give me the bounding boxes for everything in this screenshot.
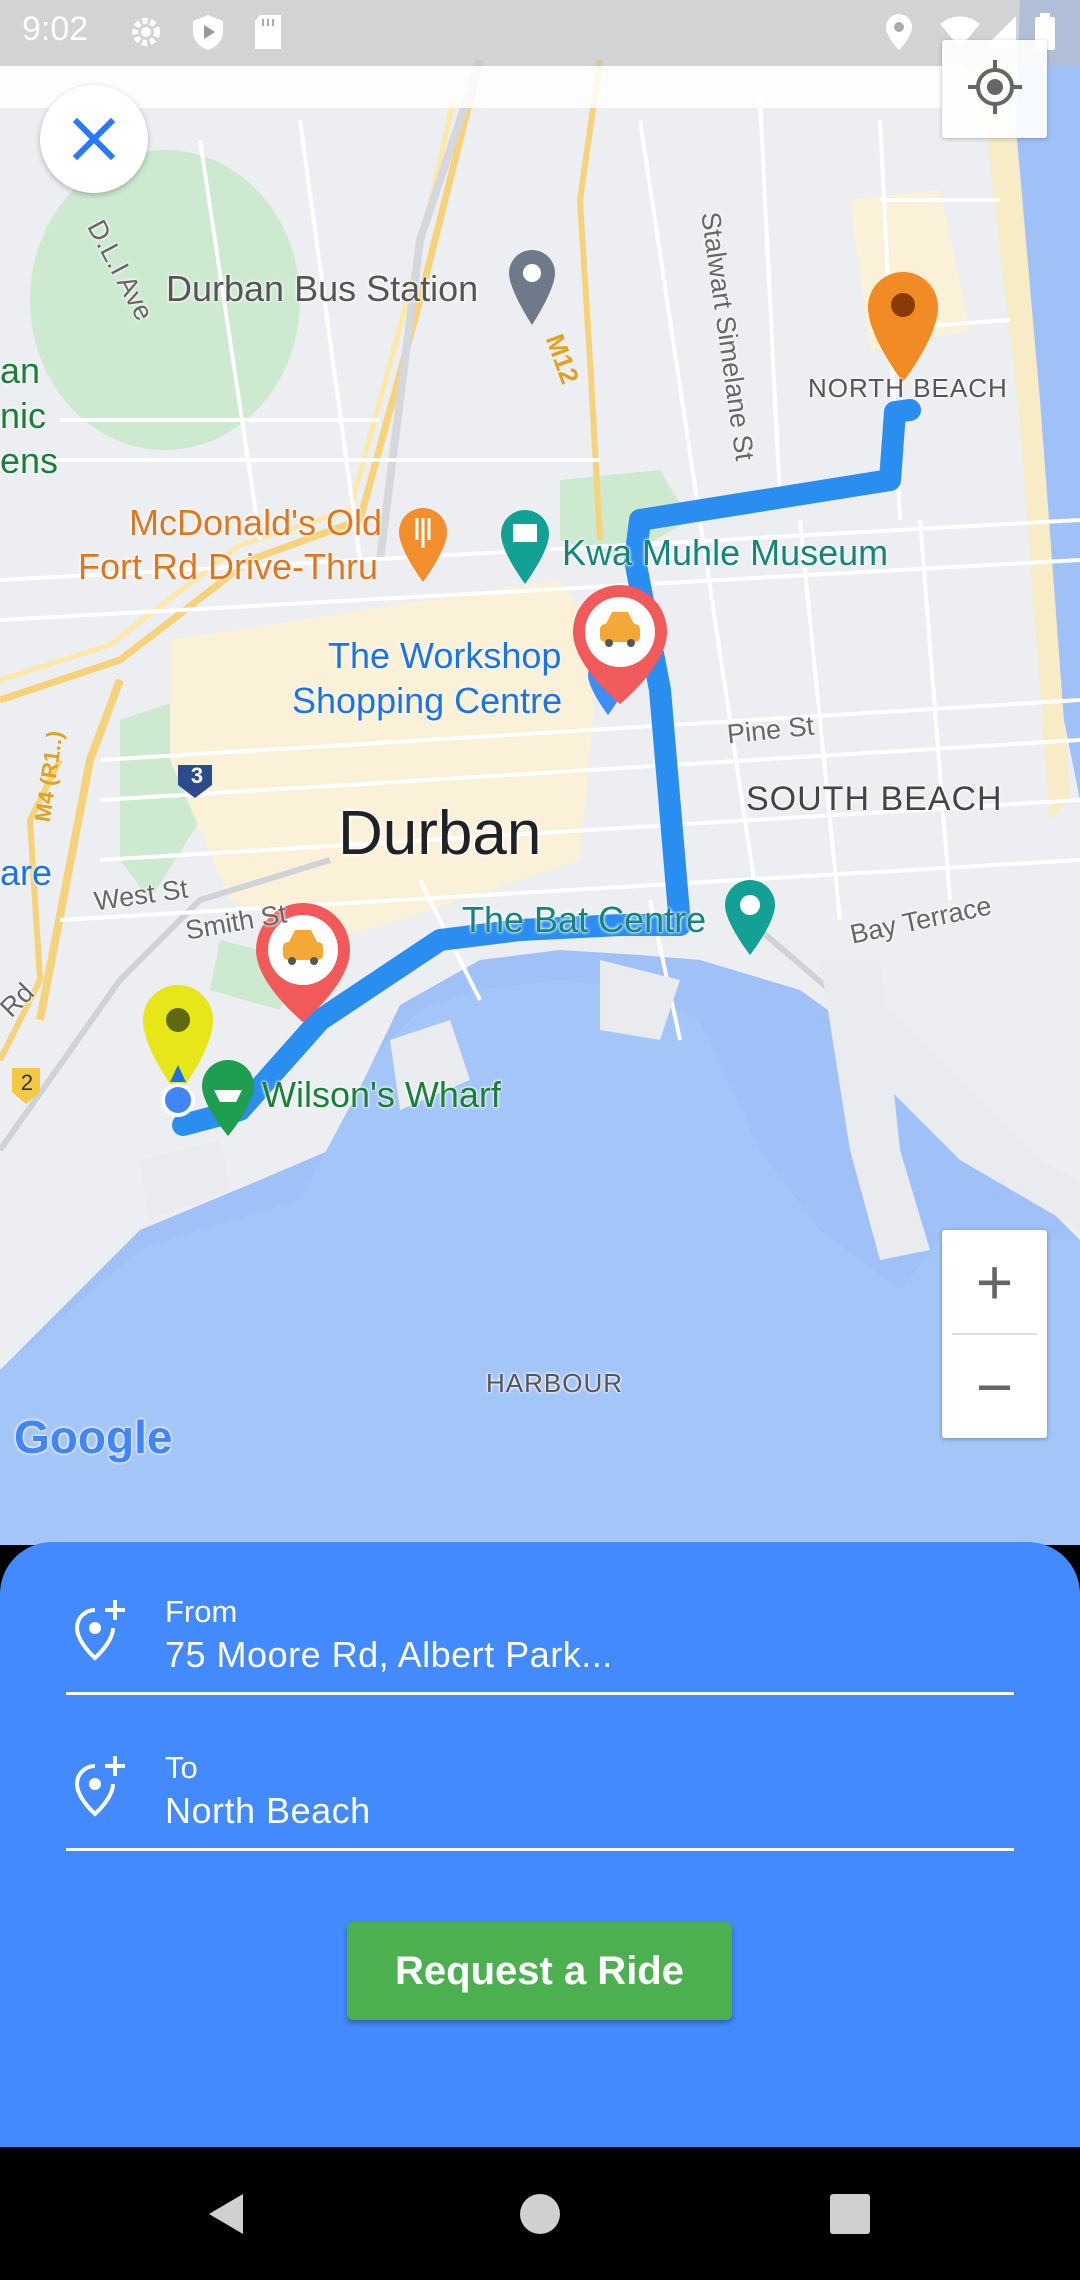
close-button[interactable] xyxy=(40,85,148,193)
map-label-edge-ens: ens xyxy=(0,440,59,481)
status-time: 9:02 xyxy=(22,10,89,48)
zoom-out-label: − xyxy=(975,1350,1014,1423)
zoom-in-button[interactable]: + xyxy=(942,1230,1047,1333)
map-label-bat-centre: The Bat Centre xyxy=(462,899,707,940)
map-label-mcdonalds-2: Fort Rd Drive-Thru xyxy=(78,546,379,587)
google-logo: Google xyxy=(14,1411,173,1463)
to-value: North Beach xyxy=(165,1790,371,1831)
my-location-button[interactable] xyxy=(942,40,1047,138)
my-location-icon xyxy=(968,60,1022,114)
home-icon xyxy=(520,2193,560,2234)
ride-request-panel: From 75 Moore Rd, Albert Park... To Nort… xyxy=(0,1542,1080,2147)
play-protect-icon xyxy=(193,15,223,50)
system-nav-bar xyxy=(0,2147,1080,2280)
zoom-controls: + − xyxy=(942,1230,1047,1438)
map-label-workshop-2: Shopping Centre xyxy=(292,680,563,721)
from-field[interactable]: From 75 Moore Rd, Albert Park... xyxy=(66,1542,1014,1695)
add-location-icon xyxy=(74,1600,125,1661)
recents-icon xyxy=(830,2193,870,2234)
map-label-harbour: HARBOUR xyxy=(486,1368,624,1398)
map-label-workshop-1: The Workshop xyxy=(328,635,562,676)
nav-home-button[interactable] xyxy=(480,2147,600,2280)
zoom-in-label: + xyxy=(975,1245,1014,1318)
zoom-out-button[interactable]: − xyxy=(942,1335,1047,1438)
status-bar: 9:02 xyxy=(0,0,1080,66)
add-location-icon xyxy=(74,1756,125,1817)
location-status-icon xyxy=(886,14,912,50)
request-ride-button[interactable]: Request a Ride xyxy=(347,1922,732,2020)
sd-card-icon xyxy=(255,15,281,49)
nav-recents-button[interactable] xyxy=(790,2147,910,2280)
close-icon xyxy=(72,117,116,161)
map-label-museum: Kwa Muhle Museum xyxy=(562,532,889,573)
from-value: 75 Moore Rd, Albert Park... xyxy=(165,1634,613,1675)
from-label: From xyxy=(165,1594,238,1629)
map-label-city: Durban xyxy=(338,799,542,868)
map-canvas xyxy=(0,0,1080,1545)
settings-icon xyxy=(132,18,160,46)
map-label-north-beach: NORTH BEACH xyxy=(808,373,1008,403)
map-label-route-3: 3 xyxy=(190,763,204,788)
map-label-mcdonalds-1: McDonald's Old xyxy=(129,502,382,543)
map-label-edge-an: an xyxy=(0,350,41,391)
map-label-edge-nic: nic xyxy=(0,395,47,436)
map-label-south-beach: SOUTH BEACH xyxy=(746,780,1003,818)
nav-back-button[interactable] xyxy=(166,2147,286,2280)
app-screen: Durban Bus Station D.L.I Ave M12 Stalwar… xyxy=(0,0,1080,2280)
map-label-bus-station: Durban Bus Station xyxy=(166,268,479,309)
to-label: To xyxy=(165,1750,198,1785)
map-view[interactable]: Durban Bus Station D.L.I Ave M12 Stalwar… xyxy=(0,0,1080,1545)
back-icon xyxy=(209,2193,243,2234)
to-field[interactable]: To North Beach xyxy=(66,1698,1014,1851)
map-label-wilsons-wharf: Wilson's Wharf xyxy=(262,1074,501,1115)
map-label-route-2: 2 xyxy=(20,1070,34,1095)
map-label-edge-are: are xyxy=(0,852,53,893)
